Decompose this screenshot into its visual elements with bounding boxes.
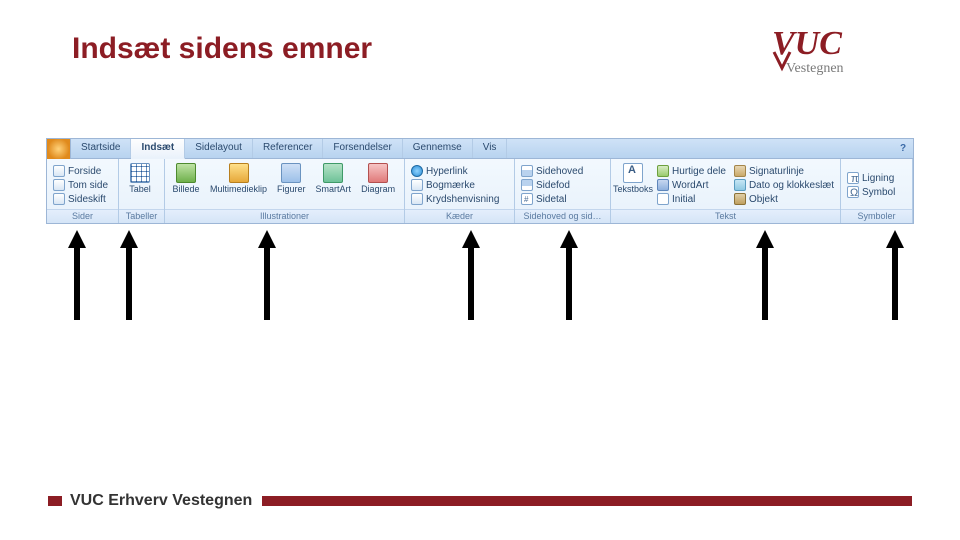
btn-tekstboks[interactable]: Tekstboks bbox=[615, 161, 651, 209]
annotation-arrows bbox=[0, 230, 960, 350]
up-arrow-icon bbox=[258, 230, 276, 320]
footer-accent-left bbox=[48, 496, 62, 506]
group-label-tabeller: Tabeller bbox=[119, 209, 164, 223]
tab-gennemse[interactable]: Gennemse bbox=[403, 139, 473, 158]
group-illustrationer: Billede Multimedieklip Figurer SmartArt … bbox=[165, 159, 405, 223]
btn-initial[interactable]: Initial bbox=[655, 193, 728, 206]
tab-startside[interactable]: Startside bbox=[71, 139, 131, 158]
group-sider: Forside Tom side Sideskift Sider bbox=[47, 159, 119, 223]
up-arrow-icon bbox=[68, 230, 86, 320]
btn-forside[interactable]: Forside bbox=[51, 165, 110, 178]
group-label-illustrationer: Illustrationer bbox=[165, 209, 404, 223]
office-button[interactable] bbox=[47, 139, 71, 159]
btn-diagram[interactable]: Diagram bbox=[358, 161, 398, 209]
btn-bogmaerke[interactable]: Bogmærke bbox=[409, 179, 501, 192]
btn-sidehoved[interactable]: Sidehoved bbox=[519, 165, 585, 178]
group-label-symboler: Symboler bbox=[841, 209, 912, 223]
btn-smartart[interactable]: SmartArt bbox=[313, 161, 355, 209]
btn-wordart[interactable]: WordArt bbox=[655, 179, 728, 192]
btn-billede[interactable]: Billede bbox=[169, 161, 203, 209]
tab-vis[interactable]: Vis bbox=[473, 139, 508, 158]
word-ribbon: Startside Indsæt Sidelayout Referencer F… bbox=[46, 138, 914, 224]
slide-footer: VUC Erhverv Vestegnen bbox=[48, 492, 912, 510]
up-arrow-icon bbox=[462, 230, 480, 320]
help-icon[interactable]: ? bbox=[893, 139, 913, 158]
group-label-kaeder: Kæder bbox=[405, 209, 514, 223]
up-arrow-icon bbox=[756, 230, 774, 320]
tab-sidelayout[interactable]: Sidelayout bbox=[185, 139, 253, 158]
group-sidehoved: Sidehoved Sidefod Sidetal Sidehoved og s… bbox=[515, 159, 611, 223]
btn-sideskift[interactable]: Sideskift bbox=[51, 193, 110, 206]
tab-forsendelser[interactable]: Forsendelser bbox=[323, 139, 402, 158]
up-arrow-icon bbox=[120, 230, 138, 320]
btn-symbol[interactable]: Symbol bbox=[845, 186, 897, 199]
slide-title: Indsæt sidens emner bbox=[72, 32, 372, 66]
footer-accent-right bbox=[262, 496, 912, 506]
group-kaeder: Hyperlink Bogmærke Krydshenvisning Kæder bbox=[405, 159, 515, 223]
vuc-logo: VUC Vestegnen bbox=[772, 22, 922, 82]
btn-hurtige-dele[interactable]: Hurtige dele bbox=[655, 165, 728, 178]
group-label-tekst: Tekst bbox=[611, 209, 840, 223]
svg-text:Vestegnen: Vestegnen bbox=[786, 61, 844, 76]
tab-indsaet[interactable]: Indsæt bbox=[131, 139, 185, 159]
tab-referencer[interactable]: Referencer bbox=[253, 139, 323, 158]
btn-multimedieklip[interactable]: Multimedieklip bbox=[207, 161, 270, 209]
btn-dato[interactable]: Dato og klokkeslæt bbox=[732, 179, 836, 192]
group-symboler: Ligning Symbol Symboler bbox=[841, 159, 913, 223]
btn-hyperlink[interactable]: Hyperlink bbox=[409, 165, 501, 178]
btn-signaturlinje[interactable]: Signaturlinje bbox=[732, 165, 836, 178]
ribbon-tabs: Startside Indsæt Sidelayout Referencer F… bbox=[47, 139, 913, 159]
btn-tom-side[interactable]: Tom side bbox=[51, 179, 110, 192]
up-arrow-icon bbox=[886, 230, 904, 320]
svg-text:VUC: VUC bbox=[772, 25, 842, 62]
btn-ligning[interactable]: Ligning bbox=[845, 172, 897, 185]
group-label-sidehoved: Sidehoved og sid… bbox=[515, 209, 610, 223]
btn-sidetal[interactable]: Sidetal bbox=[519, 193, 585, 206]
group-label-sider: Sider bbox=[47, 209, 118, 223]
footer-text: VUC Erhverv Vestegnen bbox=[70, 492, 252, 510]
btn-krydshenvisning[interactable]: Krydshenvisning bbox=[409, 193, 501, 206]
btn-objekt[interactable]: Objekt bbox=[732, 193, 836, 206]
group-tekst: Tekstboks Hurtige dele WordArt Initial S… bbox=[611, 159, 841, 223]
btn-tabel[interactable]: Tabel bbox=[123, 161, 157, 209]
btn-figurer[interactable]: Figurer bbox=[274, 161, 309, 209]
btn-sidefod[interactable]: Sidefod bbox=[519, 179, 585, 192]
up-arrow-icon bbox=[560, 230, 578, 320]
group-tabeller: Tabel Tabeller bbox=[119, 159, 165, 223]
